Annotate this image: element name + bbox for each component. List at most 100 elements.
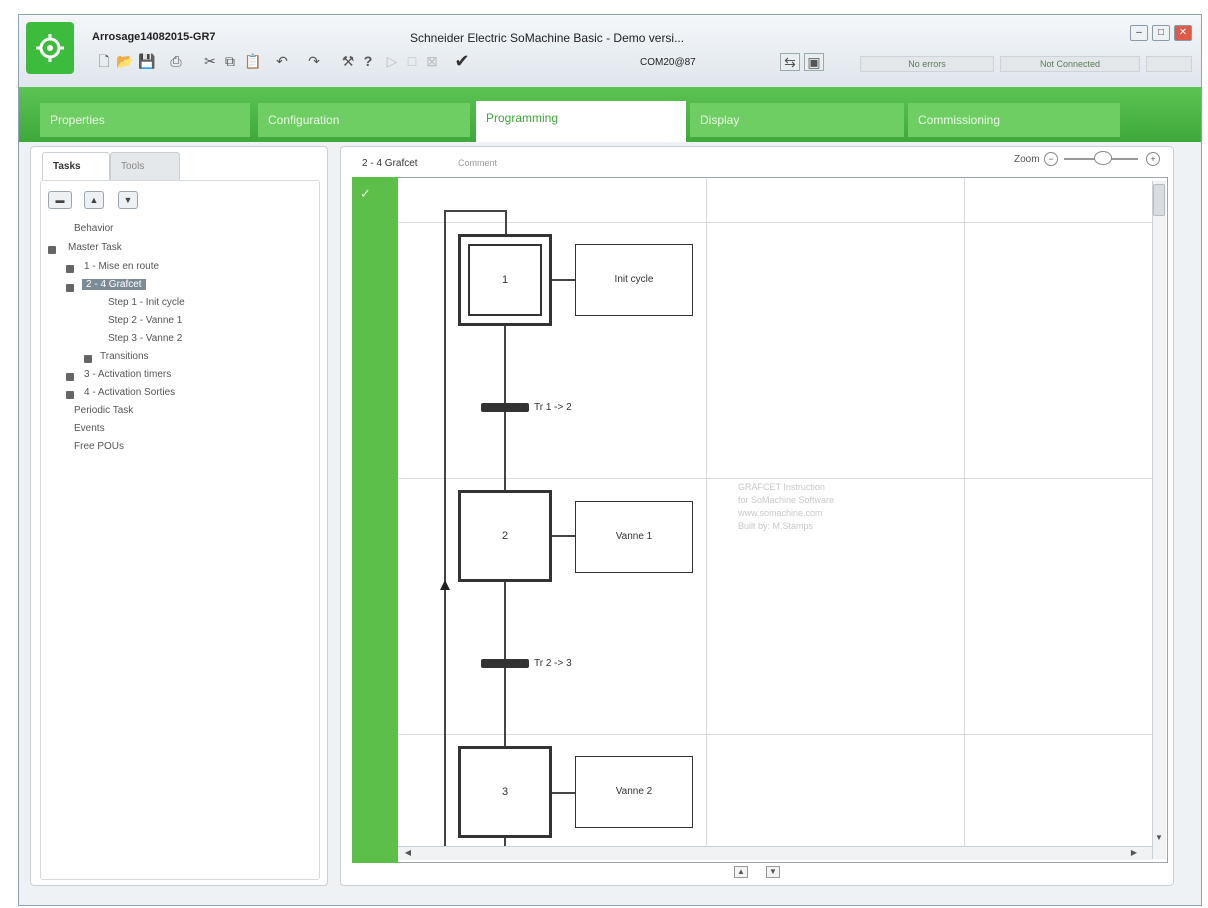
copy-icon[interactable]: ⧉: [222, 53, 238, 69]
expand-icon[interactable]: [66, 265, 74, 273]
watermark-line: GRAFCET Instruction: [738, 482, 825, 492]
help-icon[interactable]: ?: [360, 53, 376, 69]
watermark-line: for SoMachine Software: [738, 495, 835, 505]
expand-icon[interactable]: [66, 391, 74, 399]
pou-title: 2 - 4 Grafcet: [362, 158, 418, 169]
monitor-icon[interactable]: ▣: [804, 53, 824, 71]
tree-item-pou-1[interactable]: 1 - Mise en route: [84, 261, 159, 272]
scroll-down-icon[interactable]: ▼: [1153, 832, 1165, 844]
status-extra: [1146, 56, 1192, 72]
add-pou-button[interactable]: ▬: [48, 191, 72, 209]
loopback-wire-top: [444, 210, 506, 212]
grafcet-step-3[interactable]: 3: [458, 746, 552, 838]
tree-item-transitions[interactable]: Transitions: [100, 351, 149, 362]
zoom-slider-handle[interactable]: [1094, 151, 1112, 165]
reset-icon[interactable]: ⊠: [424, 53, 440, 69]
subtab-tasks[interactable]: Tasks: [42, 152, 110, 180]
minimize-button[interactable]: –: [1130, 25, 1148, 41]
error-status: No errors: [860, 56, 994, 72]
run-icon[interactable]: ▷: [384, 53, 400, 69]
paste-icon[interactable]: 📋: [244, 53, 261, 69]
rung-status-bar: [352, 177, 398, 863]
step-number: 3: [501, 786, 509, 798]
move-down-button[interactable]: ▼: [118, 191, 138, 209]
transition-bar-1[interactable]: [481, 403, 529, 412]
check-icon[interactable]: ✔: [454, 52, 470, 70]
action-block-2[interactable]: Vanne 1: [575, 501, 693, 573]
stop-icon[interactable]: □: [404, 53, 420, 69]
tree-item-step-2[interactable]: Step 2 - Vanne 1: [108, 315, 182, 326]
action-block-3[interactable]: Vanne 2: [575, 756, 693, 828]
nav-down-button[interactable]: ▼: [766, 866, 780, 878]
action-link: [552, 279, 576, 281]
tree-item-behavior[interactable]: Behavior: [74, 223, 113, 234]
wire: [505, 210, 507, 234]
step-inner-frame: 1: [468, 244, 542, 316]
watermark-line: Built by: M.Stamps: [738, 521, 814, 531]
zoom-in-icon[interactable]: +: [1146, 152, 1160, 166]
tree-item-free-pous[interactable]: Free POUs: [74, 441, 124, 452]
zoom-out-icon[interactable]: −: [1044, 152, 1058, 166]
collapse-icon[interactable]: [48, 246, 56, 254]
tab-configuration[interactable]: Configuration: [258, 103, 470, 137]
tab-commissioning[interactable]: Commissioning: [908, 103, 1120, 137]
redo-icon[interactable]: ↷: [306, 53, 322, 69]
grid-line: [706, 178, 707, 846]
action-link: [552, 792, 576, 794]
grid-line: [398, 222, 1152, 223]
zoom-label: Zoom: [1014, 154, 1040, 165]
horizontal-scrollbar[interactable]: [398, 846, 1152, 860]
grafcet-step-1[interactable]: 1: [458, 234, 552, 326]
tree-item-step-1[interactable]: Step 1 - Init cycle: [108, 297, 185, 308]
connection-status: Not Connected: [1000, 56, 1140, 72]
maximize-button[interactable]: □: [1152, 25, 1170, 41]
tree-item-master-task[interactable]: Master Task: [68, 242, 122, 253]
transition-label-2: Tr 2 -> 3: [534, 658, 572, 669]
tree-item-events[interactable]: Events: [74, 423, 105, 434]
scroll-left-icon[interactable]: ◀: [402, 847, 414, 859]
open-icon[interactable]: 📂: [116, 53, 133, 69]
undo-icon[interactable]: ↶: [274, 53, 290, 69]
tree-item-pou-4[interactable]: 4 - Activation Sorties: [84, 387, 175, 398]
move-up-button[interactable]: ▲: [84, 191, 104, 209]
print-icon[interactable]: ⎙: [168, 53, 184, 69]
tools-icon[interactable]: ⚒: [340, 53, 356, 69]
project-name: Arrosage14082015-GR7: [92, 31, 216, 43]
title-bar: [19, 15, 1201, 87]
tab-programming[interactable]: Programming: [476, 101, 686, 142]
pou-comment[interactable]: Comment: [458, 158, 497, 168]
com-port-label: COM20@87: [640, 57, 696, 68]
loopback-wire: [444, 210, 446, 846]
vertical-scroll-thumb[interactable]: [1153, 184, 1165, 216]
transition-bar-2[interactable]: [481, 659, 529, 668]
tree-item-pou-3[interactable]: 3 - Activation timers: [84, 369, 171, 380]
compare-icon[interactable]: ⇆: [780, 53, 800, 71]
tree-item-pou-2[interactable]: 2 - 4 Grafcet: [82, 279, 146, 290]
new-icon[interactable]: 🗋: [96, 53, 112, 69]
save-icon[interactable]: 💾: [138, 53, 155, 69]
expand-icon[interactable]: [66, 373, 74, 381]
grid-line: [964, 178, 965, 846]
subtab-tools[interactable]: Tools: [110, 152, 180, 180]
nav-up-button[interactable]: ▲: [734, 866, 748, 878]
expand-icon[interactable]: [84, 355, 92, 363]
grafcet-step-2[interactable]: 2: [458, 490, 552, 582]
app-logo-icon: [26, 22, 74, 74]
close-button[interactable]: ✕: [1174, 25, 1192, 41]
collapse-icon[interactable]: [66, 284, 74, 292]
cut-icon[interactable]: ✂: [202, 53, 218, 69]
tab-display[interactable]: Display: [690, 103, 904, 137]
tab-properties[interactable]: Properties: [40, 103, 250, 137]
tree-item-step-3[interactable]: Step 3 - Vanne 2: [108, 333, 182, 344]
scroll-right-icon[interactable]: ▶: [1128, 847, 1140, 859]
grid-line: [398, 478, 1152, 479]
watermark-line: www.somachine.com: [738, 508, 823, 518]
tree-item-periodic-task[interactable]: Periodic Task: [74, 405, 133, 416]
window-title: Schneider Electric SoMachine Basic - Dem…: [410, 31, 685, 45]
step-number: 2: [501, 530, 509, 542]
action-block-1[interactable]: Init cycle: [575, 244, 693, 316]
transition-label-1: Tr 1 -> 2: [534, 402, 572, 413]
arrow-up-icon: [440, 580, 450, 590]
vertical-scrollbar[interactable]: [1152, 181, 1166, 859]
valid-check-icon: ✓: [360, 186, 371, 201]
